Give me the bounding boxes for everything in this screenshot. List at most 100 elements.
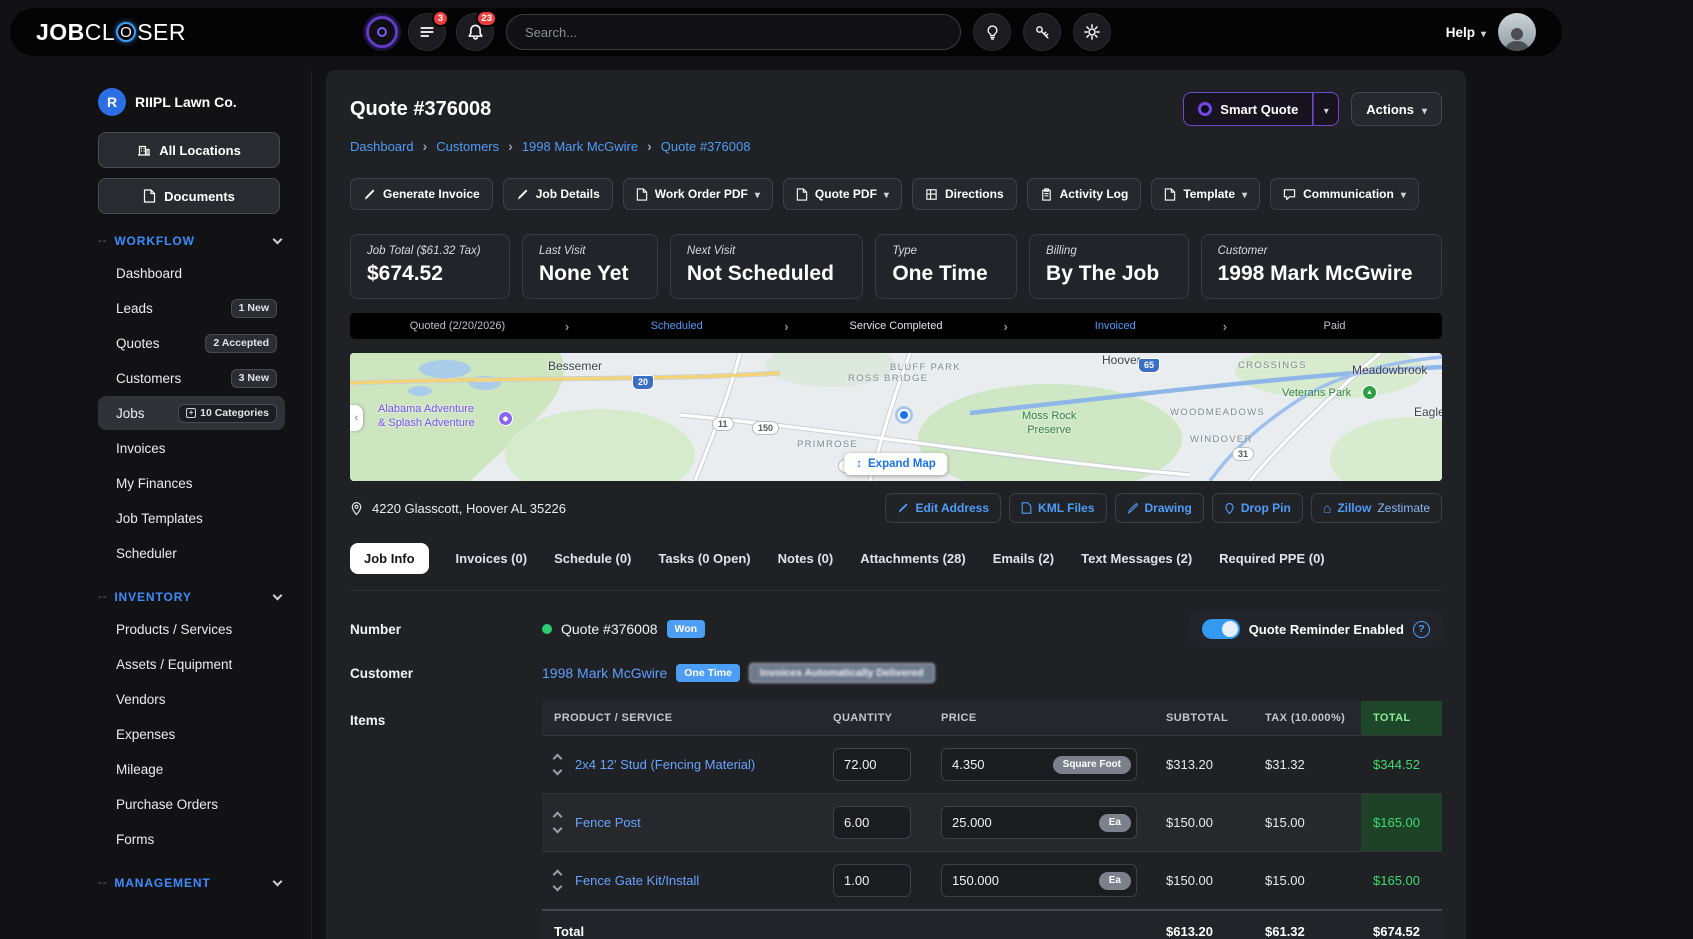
quote-pdf-button[interactable]: Quote PDF [783,178,902,210]
sidebar-item-dashboard[interactable]: Dashboard [98,256,285,290]
section-workflow[interactable]: -- WORKFLOW [98,234,285,248]
communication-button[interactable]: Communication [1270,178,1419,210]
breadcrumb-quote[interactable]: Quote #376008 [661,139,751,154]
sidebar-item-leads[interactable]: Leads 1 New [98,291,285,325]
search-input[interactable] [506,14,961,50]
all-locations-button[interactable]: All Locations [98,132,280,168]
move-down-icon[interactable] [553,882,563,892]
work-order-pdf-button[interactable]: Work Order PDF [623,178,773,210]
breadcrumb-customer-name[interactable]: 1998 Mark McGwire [522,139,638,154]
route-shield-i65: 65 [1138,358,1160,373]
activity-log-button[interactable]: Activity Log [1027,178,1142,210]
notifications-button[interactable]: 23 [456,13,494,51]
sidebar-item-invoices[interactable]: Invoices [98,431,285,465]
company-avatar: R [98,88,126,116]
quote-reminder-toggle[interactable] [1202,619,1240,639]
generate-invoice-button[interactable]: Generate Invoice [350,178,493,210]
help-menu[interactable]: Help [1446,25,1486,40]
tab-schedule[interactable]: Schedule (0) [554,551,631,566]
sidebar-item-forms[interactable]: Forms [98,822,285,856]
queue-button[interactable]: 3 [408,13,446,51]
reorder-handle[interactable] [554,755,561,774]
zillow-zestimate-button[interactable]: ⌂ Zillow Zestimate [1311,493,1442,523]
sidebar-item-scheduler[interactable]: Scheduler [98,536,285,570]
move-up-icon[interactable] [553,812,563,822]
drawing-button[interactable]: Drawing [1115,493,1204,523]
chevron-down-icon [1242,187,1247,201]
sidebar-item-vendors[interactable]: Vendors [98,682,285,716]
documents-button[interactable]: Documents [98,178,280,214]
sidebar-item-jobs[interactable]: Jobs 10 Categories [98,396,285,430]
tab-required-ppe[interactable]: Required PPE (0) [1219,551,1324,566]
progress-step-paid: Paid [1227,320,1442,332]
help-circle-icon[interactable]: ? [1413,621,1430,638]
section-inventory[interactable]: -- INVENTORY [98,590,285,604]
tab-job-info[interactable]: Job Info [350,543,429,574]
house-icon: ⌂ [1323,501,1331,515]
smart-quote-caret-button[interactable] [1313,92,1339,126]
route-shield-11: 11 [712,417,734,431]
quantity-input[interactable] [833,864,911,897]
move-up-icon[interactable] [553,870,563,880]
sidebar-item-mileage[interactable]: Mileage [98,752,285,786]
move-up-icon[interactable] [553,754,563,764]
quote-toolbar: Generate Invoice Job Details Work Order … [350,178,1442,210]
reorder-handle[interactable] [554,813,561,832]
sidebar-item-quotes[interactable]: Quotes 2 Accepted [98,326,285,360]
map-marker[interactable] [898,409,910,421]
tab-invoices[interactable]: Invoices (0) [456,551,528,566]
chevron-down-icon [755,187,760,201]
tax-cell: $15.00 [1253,852,1361,911]
item-row-3: Fence Gate Kit/Install Ea $150.00 $15.00… [542,852,1442,911]
breadcrumb-dashboard[interactable]: Dashboard [350,139,414,154]
stat-last-visit: Last Visit None Yet [522,234,658,299]
sidebar-item-products-services[interactable]: Products / Services [98,612,285,646]
section-management[interactable]: -- MANAGEMENT [98,876,285,890]
amusement-park-icon: ◆ [498,411,513,426]
directions-button[interactable]: Directions [912,178,1017,210]
sidebar-item-job-templates[interactable]: Job Templates [98,501,285,535]
key-button[interactable] [1023,13,1061,51]
section-icon: -- [98,877,107,889]
move-down-icon[interactable] [553,824,563,834]
breadcrumb-customers[interactable]: Customers [436,139,499,154]
tab-attachments[interactable]: Attachments (28) [860,551,965,566]
product-link[interactable]: Fence Gate Kit/Install [575,873,699,888]
person-icon [1502,25,1532,51]
actions-button[interactable]: Actions [1351,92,1442,126]
location-map[interactable]: Bessemer Alabama Adventure & Splash Adve… [350,353,1442,481]
drop-pin-button[interactable]: Drop Pin [1212,493,1303,523]
settings-button[interactable] [1073,13,1111,51]
tab-notes[interactable]: Notes (0) [778,551,834,566]
edit-address-button[interactable]: Edit Address [885,493,1001,523]
move-down-icon[interactable] [553,766,563,776]
sidebar-item-customers[interactable]: Customers 3 New [98,361,285,395]
reorder-handle[interactable] [554,871,561,890]
user-avatar[interactable] [1498,13,1536,51]
product-link[interactable]: Fence Post [575,815,641,830]
expand-map-button[interactable]: ↕ Expand Map [844,453,947,475]
sidebar-item-expenses[interactable]: Expenses [98,717,285,751]
tab-tasks[interactable]: Tasks (0 Open) [658,551,750,566]
sidebar-item-my-finances[interactable]: My Finances [98,466,285,500]
sidebar-item-purchase-orders[interactable]: Purchase Orders [98,787,285,821]
kml-files-button[interactable]: KML Files [1009,493,1106,523]
stat-type: Type One Time [875,234,1017,299]
status-ring-icon[interactable] [366,16,398,48]
product-link[interactable]: 2x4 12' Stud (Fencing Material) [575,757,755,772]
customer-link[interactable]: 1998 Mark McGwire [542,665,667,681]
quantity-input[interactable] [833,806,911,839]
chevron-down-icon [1481,25,1486,40]
lightbulb-button[interactable] [973,13,1011,51]
route-shield-31: 31 [1232,447,1254,461]
tab-emails[interactable]: Emails (2) [993,551,1054,566]
section-icon: -- [98,591,107,603]
map-collapse-handle[interactable]: ‹ [350,405,363,431]
tab-text-messages[interactable]: Text Messages (2) [1081,551,1192,566]
smart-quote-button[interactable]: Smart Quote [1183,92,1313,126]
quantity-input[interactable] [833,748,911,781]
sidebar: R RIIPL Lawn Co. All Locations Documents… [0,70,312,939]
template-button[interactable]: Template [1151,178,1260,210]
job-details-button[interactable]: Job Details [503,178,613,210]
sidebar-item-assets-equipment[interactable]: Assets / Equipment [98,647,285,681]
